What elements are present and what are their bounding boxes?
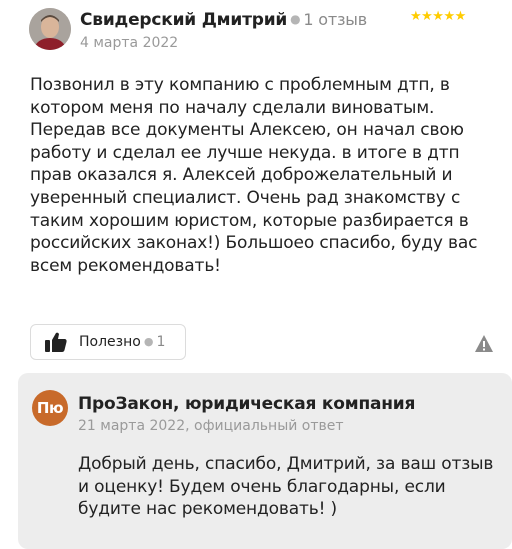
useful-count: 1 bbox=[156, 334, 166, 350]
separator-dot: ● bbox=[143, 335, 154, 348]
reply-date: 21 марта 2022, официальный ответ bbox=[78, 418, 344, 434]
avatar[interactable] bbox=[29, 8, 71, 50]
author-name[interactable]: Свидерский Дмитрий bbox=[80, 10, 287, 30]
company-logo[interactable]: Пю bbox=[32, 390, 68, 426]
useful-label-group: Полезно ● 1 bbox=[79, 334, 165, 350]
useful-label: Полезно bbox=[79, 334, 141, 350]
avatar-photo-icon bbox=[29, 8, 71, 50]
thumbs-up-icon bbox=[45, 332, 67, 352]
rating-stars: ★★★★★ bbox=[410, 9, 466, 24]
review-date: 4 марта 2022 bbox=[80, 35, 179, 51]
author-review-count[interactable]: 1 отзыв bbox=[303, 10, 367, 29]
reply-text: Добрый день, спасибо, Дмитрий, за ваш от… bbox=[78, 454, 494, 520]
useful-button[interactable]: Полезно ● 1 bbox=[30, 324, 186, 360]
review-author[interactable]: Свидерский Дмитрий ● 1 отзыв bbox=[80, 10, 367, 30]
separator-dot: ● bbox=[290, 12, 301, 26]
review-text: Позвонил в эту компанию с проблемным дтп… bbox=[30, 75, 478, 276]
report-warning-icon[interactable] bbox=[475, 335, 493, 352]
company-name[interactable]: ПроЗакон, юридическая компания bbox=[78, 394, 415, 414]
